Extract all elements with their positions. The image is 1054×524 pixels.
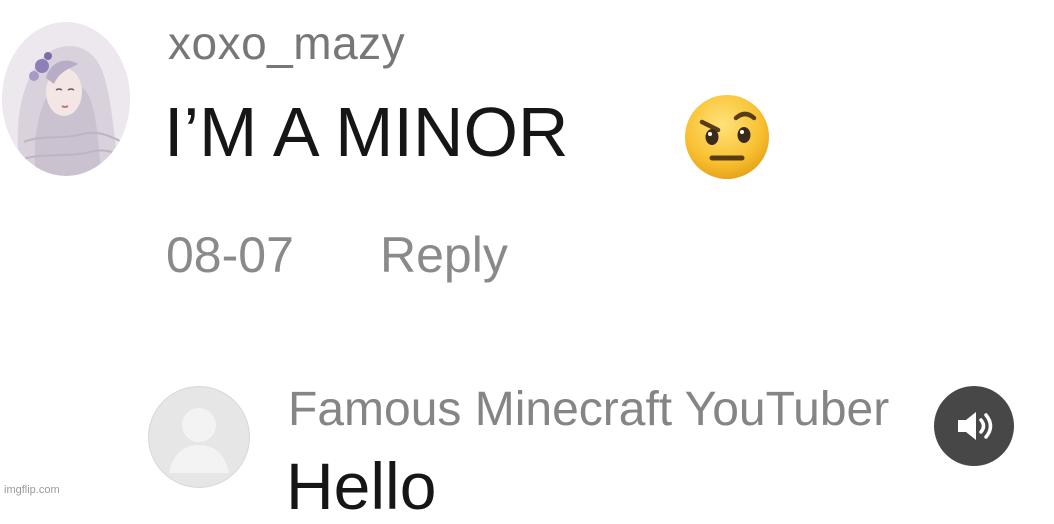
sound-button[interactable] [934,386,1014,466]
default-avatar-icon[interactable] [148,386,250,488]
speaker-volume-icon [958,412,993,440]
comment-username[interactable]: Famous Minecraft YouTuber [288,382,889,437]
comment-text: Hello [286,449,437,523]
watermark-text: imgflip.com [4,484,60,496]
comment-2: Famous Minecraft YouTuber Hello [0,0,1054,523]
